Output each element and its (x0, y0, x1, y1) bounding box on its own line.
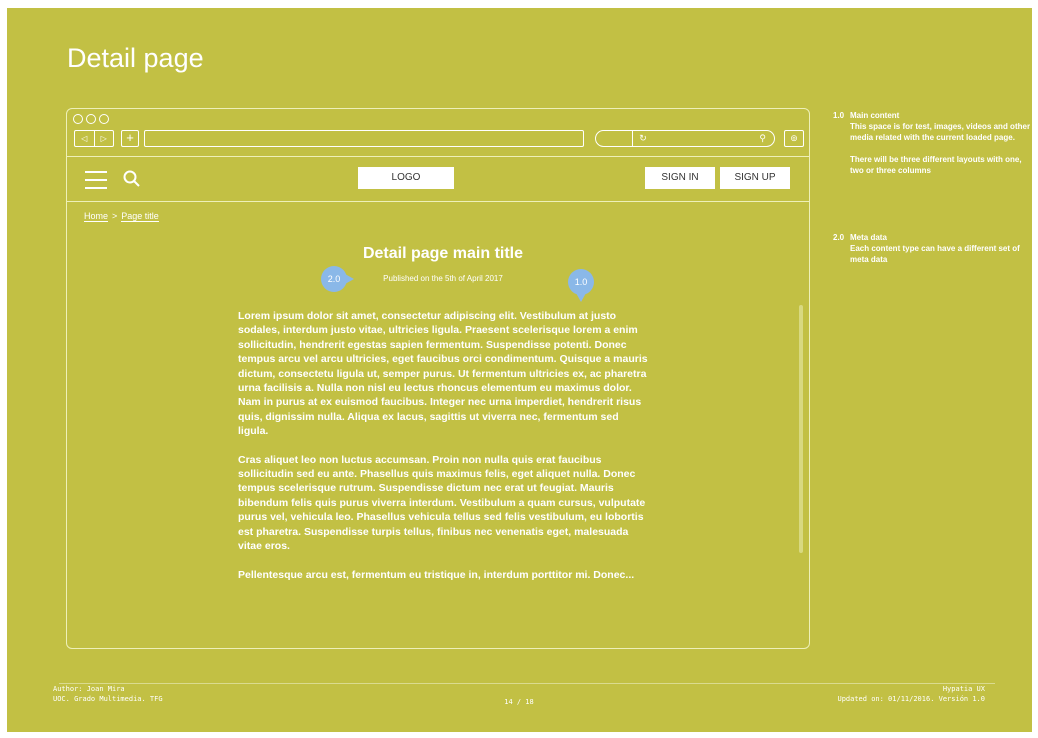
nav-buttons: ◁ ▷ (74, 130, 114, 147)
detail-main-title: Detail page main title (362, 245, 524, 262)
brand-text: Hypatia UX (942, 685, 985, 693)
content-scrollbar[interactable] (799, 305, 803, 553)
new-tab-icon[interactable]: + (121, 130, 139, 147)
paragraph: Cras aliquet leo non luctus accumsan. Pr… (238, 453, 646, 553)
logo[interactable]: LOGO (358, 167, 454, 189)
breadcrumb: Home > Page title (84, 211, 159, 222)
page-title: Detail page (67, 43, 204, 73)
wireframe-page: Detail page ◁ ▷ + ↻ ⚲ ⊚ LOGO SIGN IN SIG… (7, 8, 1032, 732)
annotation-text: This space is for test, images, videos a… (850, 122, 1031, 142)
annotation-main-content: 1.0 Main content This space is for test,… (833, 110, 1033, 176)
annotation-text: There will be three different layouts wi… (850, 155, 1022, 175)
search-icon: ⚲ (759, 133, 766, 143)
annotation-text: Each content type can have a different s… (850, 244, 1020, 264)
forward-icon[interactable]: ▷ (93, 131, 114, 146)
sign-in-button[interactable]: SIGN IN (645, 167, 715, 189)
sign-up-button[interactable]: SIGN UP (720, 167, 790, 189)
browser-toolbar: ◁ ▷ + ↻ ⚲ ⊚ (74, 130, 804, 147)
download-icon[interactable]: ⊚ (784, 130, 804, 147)
site-search-icon[interactable] (122, 169, 142, 189)
menu-icon[interactable] (85, 171, 107, 189)
header-divider (67, 201, 809, 202)
browser-search-field[interactable]: ⚲ (595, 130, 775, 147)
annotation-marker-main: 1.0 (568, 269, 594, 302)
annotation-meta-data: 2.0 Meta data Each content type can have… (833, 232, 1033, 265)
address-bar[interactable]: ↻ (144, 130, 647, 147)
annotation-marker-meta: 2.0 (321, 266, 354, 292)
annotation-number: 2.0 (833, 233, 845, 242)
paragraph: Lorem ipsum dolor sit amet, consectetur … (238, 310, 648, 438)
window-controls (73, 114, 109, 124)
paragraph: Pellentesque arcu est, fermentum eu tris… (238, 568, 635, 581)
back-icon[interactable]: ◁ (75, 131, 94, 146)
footer-brand: Hypatia UX Updated on: 01/11/2016. Versi… (837, 684, 985, 704)
minimize-window-icon[interactable] (86, 114, 96, 124)
breadcrumb-current-link[interactable]: Page title (121, 211, 159, 222)
browser-frame: ◁ ▷ + ↻ ⚲ ⊚ LOGO SIGN IN SIGN UP Home > Pa… (66, 108, 810, 649)
article-body: Lorem ipsum dolor sit amet, consectetur … (238, 309, 648, 596)
annotation-title: Main content (850, 111, 900, 120)
close-window-icon[interactable] (73, 114, 83, 124)
maximize-window-icon[interactable] (99, 114, 109, 124)
breadcrumb-home-link[interactable]: Home (84, 211, 109, 222)
annotation-number: 1.0 (833, 111, 845, 120)
annotation-title: Meta data (850, 233, 887, 242)
breadcrumb-separator: > (112, 211, 118, 221)
updated-text: Updated on: 01/11/2016. Versión 1.0 (837, 695, 985, 703)
author-text: Author: Joan Mira (53, 685, 125, 693)
toolbar-divider (67, 156, 809, 157)
